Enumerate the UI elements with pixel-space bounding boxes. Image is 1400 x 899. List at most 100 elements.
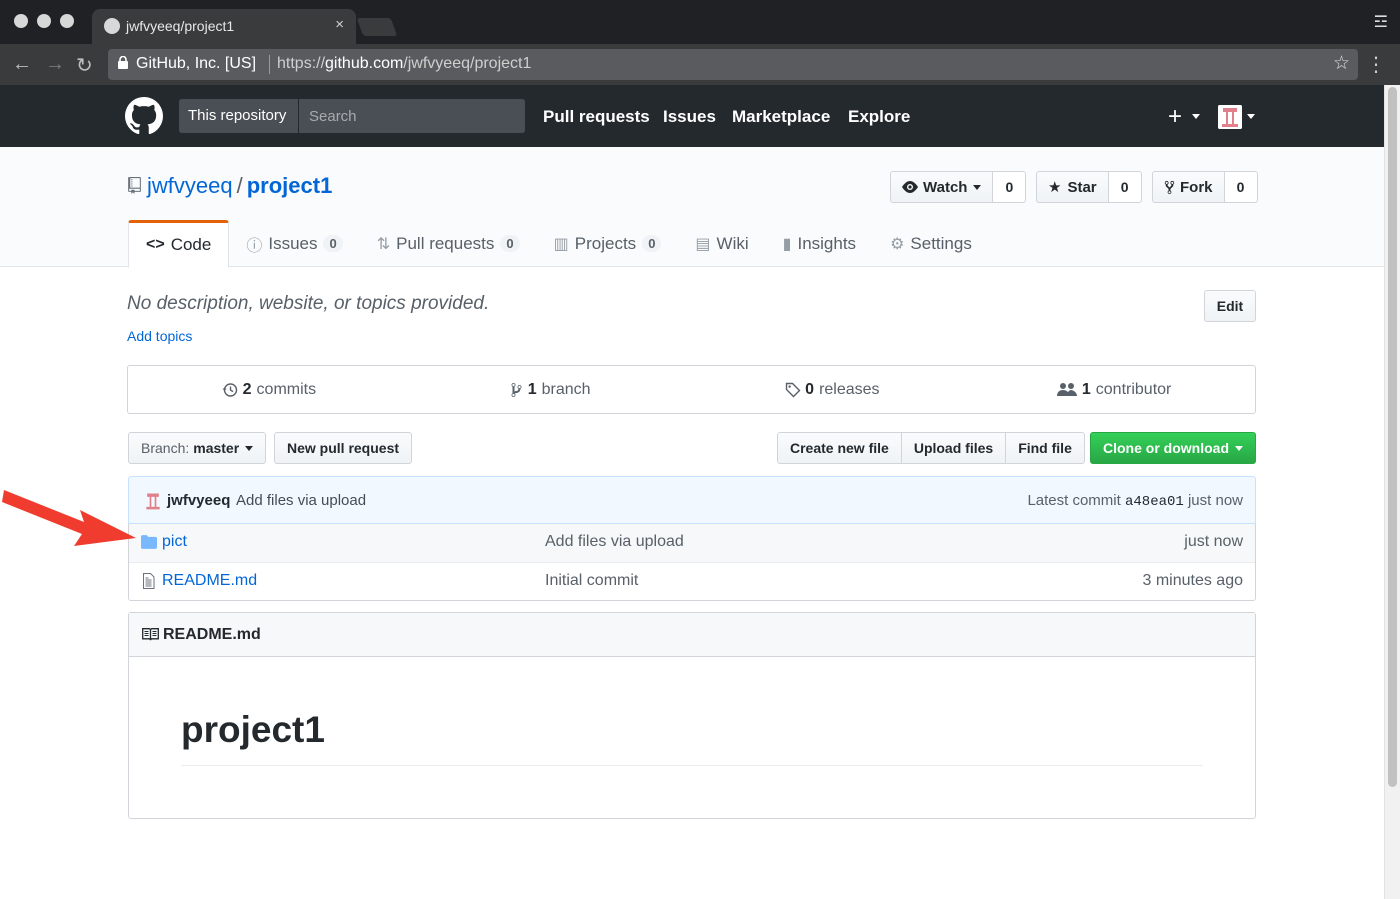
nav-issues[interactable]: Issues (663, 107, 716, 127)
repo-name-link[interactable]: project1 (247, 173, 333, 198)
commits-count: 2 (242, 380, 252, 398)
tab-issues[interactable]: ⓘ Issues 0 (229, 220, 359, 267)
commit-sha-link[interactable]: a48ea01 (1125, 494, 1184, 510)
find-file-button[interactable]: Find file (1005, 432, 1085, 464)
tab-settings-label: Settings (910, 233, 972, 253)
releases-label: releases (819, 380, 880, 398)
tab-pull-requests[interactable]: ⇅ Pull requests 0 (360, 220, 537, 267)
github-octocat-icon[interactable] (125, 97, 163, 135)
search-input[interactable] (300, 99, 525, 133)
browser-tab[interactable]: jwfvyeeq/project1 × (92, 9, 356, 44)
repo-owner-link[interactable]: jwfvyeeq (147, 173, 233, 198)
url-text: https://github.com/jwfvyeeq/project1 (277, 55, 532, 72)
avatar-caret-icon[interactable] (1247, 114, 1255, 119)
github-favicon-icon (104, 18, 120, 34)
tab-code[interactable]: <> Code (128, 220, 230, 268)
repo-description: No description, website, or topics provi… (127, 293, 490, 314)
page-scrollbar[interactable] (1384, 85, 1400, 899)
branches-link[interactable]: 1 branch (410, 366, 692, 413)
branch-label: branch (541, 380, 591, 398)
user-avatar[interactable] (1218, 105, 1242, 129)
fork-icon (1164, 180, 1175, 194)
upload-files-button[interactable]: Upload files (900, 432, 1007, 464)
watch-count[interactable]: 0 (993, 171, 1027, 203)
git-pull-request-icon: ⇅ (376, 235, 391, 253)
tab-wiki[interactable]: ▤ Wiki (678, 220, 765, 267)
tab-close-icon[interactable]: × (335, 16, 344, 33)
window-zoom-button[interactable] (60, 14, 74, 28)
forward-arrow-icon[interactable]: → (45, 53, 65, 76)
readme-divider (181, 765, 1203, 766)
releases-link[interactable]: 0 releases (692, 366, 974, 413)
back-arrow-icon[interactable]: ← (12, 53, 32, 76)
nav-explore[interactable]: Explore (848, 107, 910, 127)
latest-commit-info: Latest commit a48ea01 just now (1027, 492, 1243, 510)
new-pull-request-button[interactable]: New pull request (274, 432, 413, 464)
star-count[interactable]: 0 (1108, 171, 1142, 203)
repo-title: jwfvyeeq / project1 (147, 173, 332, 199)
readme: README.md project1 (128, 612, 1256, 819)
file-actions-group: Create new file Upload files Find file (777, 432, 1085, 464)
project-icon: ▥ (553, 235, 569, 253)
star-button[interactable]: ★ Star (1036, 171, 1109, 203)
book-icon: ▤ (695, 235, 711, 253)
window-minimize-button[interactable] (37, 14, 51, 28)
numbers-summary: 2 commits 1 branch 0 releases 1 contribu… (127, 365, 1256, 414)
readme-filename: README.md (163, 626, 261, 643)
branch-select-button[interactable]: Branch: master (128, 432, 267, 464)
commit-author-link[interactable]: jwfvyeeq (167, 492, 230, 509)
branch-count: 1 (527, 380, 537, 398)
create-new-plus-icon[interactable]: + (1168, 103, 1182, 131)
create-new-file-button[interactable]: Create new file (777, 432, 902, 464)
tab-settings[interactable]: ⚙ Settings (873, 220, 989, 267)
contributors-link[interactable]: 1 contributor (973, 366, 1255, 413)
create-new-caret-icon[interactable] (1192, 114, 1200, 119)
fork-label: Fork (1180, 178, 1213, 196)
commit-message-link[interactable]: Add files via upload (236, 492, 366, 509)
releases-count: 0 (805, 380, 815, 398)
issue-opened-icon: ⓘ (246, 237, 263, 255)
tab-insights[interactable]: ▮ Insights (766, 220, 873, 267)
nav-pull-requests[interactable]: Pull requests (543, 107, 650, 127)
address-separator (269, 55, 270, 74)
add-topics-link[interactable]: Add topics (127, 328, 192, 344)
address-bar[interactable]: GitHub, Inc. [US] https://github.com/jwf… (108, 49, 1358, 80)
table-row: pict Add files via upload just now (129, 524, 1255, 562)
file-commit-message[interactable]: Add files via upload (545, 533, 684, 551)
git-branch-icon (511, 382, 522, 397)
code-icon: <> (146, 236, 165, 253)
fork-button[interactable]: Fork (1152, 171, 1225, 203)
browser-menu-icon[interactable]: ⋮ (1366, 52, 1386, 77)
search-scope-label[interactable]: This repository (179, 99, 299, 133)
window-close-button[interactable] (14, 14, 28, 28)
folder-icon (141, 535, 157, 549)
repo-icon (128, 177, 141, 194)
commit-author-avatar[interactable] (143, 491, 163, 511)
file-name-link[interactable]: pict (162, 533, 187, 551)
commits-link[interactable]: 2 commits (128, 366, 410, 413)
reload-icon[interactable]: ↻ (76, 53, 93, 78)
new-tab-button[interactable] (356, 18, 398, 36)
watch-button[interactable]: Watch (890, 171, 994, 203)
contributor-label: contributor (1095, 380, 1172, 398)
history-icon (222, 382, 237, 397)
tab-pull-requests-label: Pull requests (396, 233, 495, 253)
scrollbar-thumb[interactable] (1388, 87, 1397, 787)
bookmark-star-icon[interactable]: ☆ (1333, 52, 1350, 75)
fork-count[interactable]: 0 (1224, 171, 1258, 203)
watch-group: Watch 0 (890, 171, 1027, 203)
file-name-link[interactable]: README.md (162, 572, 257, 590)
repo-nav: <> Code ⓘ Issues 0 ⇅ Pull requests 0 ▥ P… (128, 220, 989, 268)
nav-marketplace[interactable]: Marketplace (732, 107, 830, 127)
pull-requests-counter: 0 (500, 235, 520, 252)
file-text-icon (143, 573, 155, 589)
annotation-arrow-icon (2, 490, 136, 546)
clone-or-download-button[interactable]: Clone or download (1090, 432, 1256, 464)
tab-projects[interactable]: ▥ Projects 0 (537, 220, 679, 267)
file-age: 3 minutes ago (1142, 572, 1243, 589)
star-label: Star (1067, 178, 1097, 196)
watch-caret-icon (973, 184, 982, 190)
edit-description-button[interactable]: Edit (1204, 290, 1256, 322)
file-commit-message[interactable]: Initial commit (545, 572, 638, 590)
latest-commit-label: Latest commit (1027, 492, 1121, 509)
